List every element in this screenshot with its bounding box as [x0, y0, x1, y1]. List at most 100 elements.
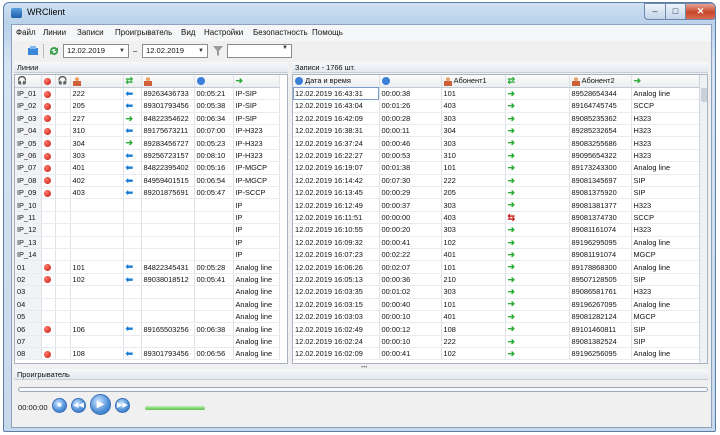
- line-row[interactable]: IP_07 401 ⬅ 84822395402 00:05:16 IP-MGCP: [15, 161, 280, 175]
- line-row[interactable]: 01 101 ⬅ 84822345431 00:05:28 Analog line: [15, 260, 280, 274]
- line-row[interactable]: 08 108 ⬅ 89301793456 00:06:56 Analog line: [15, 347, 280, 361]
- line-listen[interactable]: [55, 298, 71, 311]
- connect-icon[interactable]: [26, 44, 40, 58]
- line-row[interactable]: IP_01 222 ⬅ 89263436733 00:05:21 IP-SIP: [15, 87, 280, 101]
- line-listen[interactable]: [55, 124, 71, 138]
- record-row[interactable]: 12.02.2019 16:19:07 00:01:38 101 ➜ 891732433…: [293, 161, 702, 175]
- record-row[interactable]: 12.02.2019 16:13:45 00:00:29 205 ➜ 890813759…: [293, 186, 702, 200]
- records-scrollbar[interactable]: [699, 75, 707, 363]
- line-listen[interactable]: [55, 223, 71, 237]
- line-row[interactable]: IP_12 IP: [15, 223, 280, 237]
- record-row[interactable]: 12.02.2019 16:02:24 00:00:10 222 ➜ 890813825…: [293, 335, 702, 349]
- line-row[interactable]: 04 Analog line: [15, 298, 280, 311]
- menu-help[interactable]: Помощь: [312, 28, 343, 37]
- col-direction[interactable]: ⇄: [505, 75, 570, 88]
- stop-button[interactable]: ■: [52, 398, 67, 413]
- line-row[interactable]: IP_05 304 ➜ 89283456727 00:05:23 IP-H323: [15, 136, 280, 150]
- line-row[interactable]: IP_13 IP: [15, 236, 280, 249]
- line-row[interactable]: IP_10 IP: [15, 198, 280, 212]
- record-row[interactable]: 12.02.2019 16:37:24 00:00:46 303 ➜ 890832556…: [293, 136, 702, 150]
- menu-lines[interactable]: Линии: [43, 28, 66, 37]
- line-listen[interactable]: [55, 174, 71, 188]
- menu-player[interactable]: Проигрыватель: [115, 28, 172, 37]
- col-listen[interactable]: 🎧: [55, 75, 71, 88]
- title-bar[interactable]: WRClient – □ ✕: [4, 3, 715, 23]
- minimize-button[interactable]: –: [644, 3, 666, 20]
- refresh-icon[interactable]: [47, 44, 61, 58]
- record-row[interactable]: 12.02.2019 16:38:31 00:00:11 304 ➜ 892852326…: [293, 124, 702, 138]
- record-row[interactable]: 12.02.2019 16:03:35 00:01:02 303 ➜ 890865817…: [293, 285, 702, 299]
- col-datetime[interactable]: Дата и время: [293, 75, 380, 88]
- line-row[interactable]: 05 Analog line: [15, 310, 280, 324]
- line-row[interactable]: IP_08 402 ⬅ 84959401515 00:06:54 IP-MGCP: [15, 174, 280, 188]
- line-row[interactable]: 03 Analog line: [15, 285, 280, 299]
- line-row[interactable]: IP_02 205 ⬅ 89301793456 00:05:38 IP-SIP: [15, 99, 280, 113]
- menu-view[interactable]: Вид: [181, 28, 195, 37]
- record-row[interactable]: 12.02.2019 16:43:04 00:01:26 403 ➜ 891647457…: [293, 99, 702, 113]
- record-row[interactable]: 12.02.2019 16:12:49 00:00:37 303 ➜ 890813813…: [293, 198, 702, 212]
- scrollbar-thumb[interactable]: [701, 88, 707, 102]
- record-row[interactable]: 12.02.2019 16:14:42 00:07:30 222 ➜ 890813456…: [293, 174, 702, 188]
- record-row[interactable]: 12.02.2019 16:03:03 00:00:10 401 ➜ 890812821…: [293, 310, 702, 324]
- line-listen[interactable]: [55, 347, 71, 361]
- record-row[interactable]: 12.02.2019 16:06:26 00:02:07 101 ➜ 891788683…: [293, 260, 702, 274]
- maximize-button[interactable]: □: [665, 3, 686, 20]
- line-row[interactable]: IP_06 303 ⬅ 89256723157 00:08:10 IP-H323: [15, 149, 280, 163]
- record-row[interactable]: 12.02.2019 16:10:55 00:00:20 303 ➜ 890811610…: [293, 223, 702, 237]
- line-row[interactable]: IP_11 IP: [15, 211, 280, 225]
- line-row[interactable]: 02 102 ⬅ 89038018512 00:05:41 Analog line: [15, 273, 280, 287]
- col-line[interactable]: 🎧: [15, 75, 42, 88]
- record-row[interactable]: 12.02.2019 16:43:31 00:00:38 101 ➜ 895286543…: [293, 87, 702, 101]
- line-listen[interactable]: [55, 186, 71, 200]
- record-row[interactable]: 12.02.2019 16:02:49 00:00:12 108 ➜ 891014608…: [293, 322, 702, 336]
- line-row[interactable]: IP_04 310 ⬅ 89175673211 00:07:00 IP-H323: [15, 124, 280, 138]
- line-row[interactable]: IP_14 IP: [15, 248, 280, 262]
- close-button[interactable]: ✕: [685, 3, 715, 20]
- line-listen[interactable]: [55, 285, 71, 299]
- menu-settings[interactable]: Настройки: [204, 28, 243, 37]
- seek-bar[interactable]: [18, 387, 708, 392]
- line-row[interactable]: IP_03 227 ➜ 84822354622 00:06:34 IP-SIP: [15, 112, 280, 126]
- line-listen[interactable]: [55, 335, 71, 349]
- line-listen[interactable]: [55, 260, 71, 274]
- col-number[interactable]: [70, 75, 124, 88]
- col-duration[interactable]: [194, 75, 234, 88]
- record-row[interactable]: 12.02.2019 16:42:09 00:00:28 303 ➜ 890852353…: [293, 112, 702, 126]
- col-duration[interactable]: [379, 75, 442, 88]
- col-abonent2[interactable]: Абонент2: [569, 75, 632, 88]
- col-status[interactable]: [41, 75, 56, 88]
- line-listen[interactable]: [55, 310, 71, 324]
- record-row[interactable]: 12.02.2019 16:22:27 00:00:53 310 ➜ 890956543…: [293, 149, 702, 163]
- record-row[interactable]: 12.02.2019 16:02:09 00:00:41 102 ➜ 891962560…: [293, 347, 702, 361]
- line-row[interactable]: IP_09 403 ⬅ 89201875691 00:05:47 IP-SCCP: [15, 186, 280, 200]
- date-from-picker[interactable]: 12.02.2019 ▼: [63, 44, 129, 58]
- line-listen[interactable]: [55, 273, 71, 287]
- filter-icon[interactable]: [211, 44, 225, 58]
- line-listen[interactable]: [55, 236, 71, 249]
- col-phone[interactable]: [141, 75, 195, 88]
- record-row[interactable]: 12.02.2019 16:03:15 00:00:40 101 ➜ 891962670…: [293, 298, 702, 311]
- col-direction[interactable]: ⇄: [123, 75, 142, 88]
- line-listen[interactable]: [55, 198, 71, 212]
- lines-grid[interactable]: 🎧 🎧 ⇄ ➜ IP_01 222 ⬅ 89263436733 00:05:21 IP-S…: [14, 74, 288, 364]
- line-listen[interactable]: [55, 322, 71, 336]
- record-row[interactable]: 12.02.2019 16:07:23 00:02:22 401 ➜ 890811910…: [293, 248, 702, 262]
- line-row[interactable]: 07 Analog line: [15, 335, 280, 349]
- record-row[interactable]: 12.02.2019 16:09:32 00:00:41 102 ➜ 891962950…: [293, 236, 702, 249]
- forward-button[interactable]: ▶▶: [115, 398, 130, 413]
- col-type[interactable]: ➜: [631, 75, 702, 88]
- play-button[interactable]: ▶: [90, 394, 111, 415]
- col-type[interactable]: ➜: [233, 75, 280, 88]
- menu-file[interactable]: Файл: [16, 28, 36, 37]
- line-row[interactable]: 06 106 ⬅ 89165503256 00:06:38 Analog line: [15, 322, 280, 336]
- record-row[interactable]: 12.02.2019 16:05:13 00:00:36 210 ➜ 895071285…: [293, 273, 702, 287]
- menu-security[interactable]: Безопастность: [253, 28, 308, 37]
- line-listen[interactable]: [55, 211, 71, 225]
- menu-records[interactable]: Записи: [77, 28, 104, 37]
- line-listen[interactable]: [55, 87, 71, 101]
- line-listen[interactable]: [55, 112, 71, 126]
- line-listen[interactable]: [55, 161, 71, 175]
- line-listen[interactable]: [55, 99, 71, 113]
- line-listen[interactable]: [55, 248, 71, 262]
- col-abonent1[interactable]: Абонент1: [441, 75, 506, 88]
